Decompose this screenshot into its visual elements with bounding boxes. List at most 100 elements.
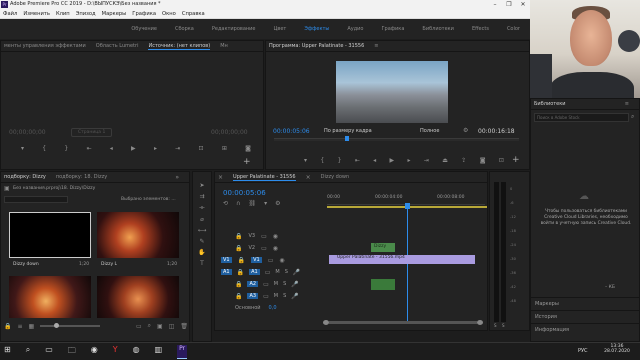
workspace-learning[interactable]: Обучение: [131, 26, 157, 32]
step-back-icon[interactable]: ◂: [373, 157, 376, 164]
start-icon[interactable]: ⊞: [4, 345, 11, 359]
program-menu-icon[interactable]: ≡: [374, 43, 378, 49]
pen-tool-icon[interactable]: ✎: [199, 238, 204, 245]
insert-icon[interactable]: ⊡: [199, 145, 204, 152]
program-scrub-bar[interactable]: [274, 138, 519, 141]
explorer-icon[interactable]: 🗀: [68, 345, 76, 359]
tab-more[interactable]: Мн: [220, 43, 228, 49]
media-icon[interactable]: ▥: [155, 345, 163, 359]
tab-sequence-upper-palatinate[interactable]: Upper Palatinate - 31556: [233, 174, 296, 181]
workspace-audio[interactable]: Аудио: [347, 26, 363, 32]
project-item-thumb-3[interactable]: [9, 276, 91, 318]
search-icon[interactable]: ⌕: [148, 322, 151, 330]
lock-icon[interactable]: 🔒: [237, 269, 244, 276]
hand-tool-icon[interactable]: ✋: [198, 249, 205, 256]
track-label[interactable]: V1: [251, 257, 262, 263]
ripple-edit-tool-icon[interactable]: ⟛: [199, 204, 204, 212]
clip-dizzy[interactable]: Dizzy: [371, 243, 395, 252]
lock-icon[interactable]: 🔒: [4, 323, 11, 330]
mic-icon[interactable]: 🎤: [293, 269, 300, 276]
source-patch-a1[interactable]: A1: [221, 269, 232, 275]
eye-icon[interactable]: ◉: [273, 245, 278, 252]
mute-button[interactable]: M: [275, 269, 279, 275]
nest-icon[interactable]: ⟲: [223, 200, 228, 207]
source-page-dropdown[interactable]: Страница 1: [71, 128, 113, 137]
libraries-menu-icon[interactable]: ≡: [625, 101, 629, 107]
mute-button[interactable]: M: [274, 281, 278, 287]
solo-button[interactable]: S: [285, 269, 288, 275]
mic-icon[interactable]: 🎤: [291, 293, 298, 300]
maximize-button[interactable]: ❐: [502, 0, 516, 9]
close-tab-icon[interactable]: ×: [218, 174, 223, 181]
libraries-title[interactable]: Библиотеки: [534, 101, 566, 107]
chrome-icon[interactable]: ◉: [91, 345, 98, 359]
mute-button[interactable]: M: [274, 293, 278, 299]
in-point-icon[interactable]: {: [42, 145, 46, 152]
new-bin-icon[interactable]: ▭: [136, 323, 142, 330]
program-timecode[interactable]: 00:00:05:06: [273, 128, 310, 135]
menu-edit[interactable]: Изменить: [23, 11, 50, 17]
solo-button[interactable]: S: [283, 293, 286, 299]
new-folder-icon[interactable]: ▣: [157, 323, 163, 330]
tab-bin-18-dizzy[interactable]: подборку: 18. Dizzy: [56, 174, 107, 180]
vr-icon[interactable]: ⊡: [499, 157, 504, 164]
menu-help[interactable]: Справка: [182, 11, 205, 17]
task-view-icon[interactable]: ▭: [45, 345, 53, 359]
clip-upper-palatinate[interactable]: Upper Palatinate - 31556.mp4: [329, 255, 475, 264]
track-select-tool-icon[interactable]: ⇉: [199, 193, 204, 200]
keyboard-language[interactable]: РУС: [578, 348, 588, 354]
tab-effect-controls[interactable]: менты управления эффектами: [4, 43, 86, 49]
sync-icon[interactable]: ▭: [261, 245, 267, 252]
tab-program[interactable]: Программа: Upper Palatinate - 31556: [269, 43, 364, 49]
panel-menu-icon[interactable]: »: [175, 174, 179, 181]
program-playhead[interactable]: [345, 136, 349, 141]
sync-icon[interactable]: ▭: [263, 293, 269, 300]
search-icon[interactable]: ⌕: [26, 345, 30, 359]
workspace-assembly[interactable]: Сборка: [175, 26, 194, 32]
out-point-icon[interactable]: }: [338, 157, 342, 164]
step-forward-icon[interactable]: ▸: [408, 157, 411, 164]
razor-tool-icon[interactable]: ⌀: [200, 216, 204, 223]
camera-icon[interactable]: ◙: [245, 145, 251, 152]
clock[interactable]: 13:36 28.07.2020: [600, 344, 634, 354]
slip-tool-icon[interactable]: ⟷: [198, 227, 207, 234]
master-value[interactable]: 0,0: [269, 305, 277, 311]
project-search-input[interactable]: [4, 196, 68, 203]
lock-icon[interactable]: 🔒: [235, 281, 242, 288]
go-out-icon[interactable]: ⇥: [175, 145, 180, 152]
menu-file[interactable]: Файл: [3, 11, 17, 17]
sync-icon[interactable]: ▭: [261, 233, 267, 240]
workspace-libraries[interactable]: Библиотеки: [422, 26, 454, 32]
list-view-icon[interactable]: ≡: [17, 323, 22, 330]
program-quality-dropdown[interactable]: Полное: [420, 128, 439, 134]
panel-history[interactable]: История: [531, 310, 640, 323]
meter-solo-left[interactable]: S: [494, 323, 497, 328]
in-point-icon[interactable]: {: [320, 157, 324, 164]
marker-icon[interactable]: ▾: [21, 145, 24, 152]
stock-search-input[interactable]: Поиск в Adobe Stock: [534, 113, 629, 122]
close-tab-icon[interactable]: ×: [306, 174, 311, 181]
step-forward-icon[interactable]: ▸: [154, 145, 157, 152]
lock-icon[interactable]: 🔒: [238, 257, 245, 264]
menu-sequence[interactable]: Эпизод: [76, 11, 96, 17]
panel-info[interactable]: Информация: [531, 323, 640, 336]
type-tool-icon[interactable]: T: [200, 260, 204, 267]
lock-icon[interactable]: 🔒: [235, 245, 242, 252]
close-button[interactable]: ✕: [516, 0, 530, 9]
mic-icon[interactable]: 🎤: [291, 281, 298, 288]
panel-markers[interactable]: Маркеры: [531, 297, 640, 310]
snap-icon[interactable]: ∩: [236, 200, 240, 207]
step-back-icon[interactable]: ◂: [110, 145, 113, 152]
play-icon[interactable]: ▶: [131, 145, 136, 152]
lock-icon[interactable]: 🔒: [235, 293, 242, 300]
timeline-zoom-scrollbar[interactable]: [323, 320, 483, 325]
menu-markers[interactable]: Маркеры: [102, 11, 127, 17]
camera-icon[interactable]: ◙: [480, 157, 486, 164]
marker-icon[interactable]: ▾: [304, 157, 307, 164]
play-icon[interactable]: ▶: [390, 157, 395, 164]
sync-icon[interactable]: ▭: [265, 269, 271, 276]
program-add-button-icon[interactable]: +: [512, 155, 520, 165]
sync-icon[interactable]: ▭: [268, 257, 274, 264]
menu-window[interactable]: Окно: [162, 11, 176, 17]
workspace-color-ru[interactable]: Цвет: [274, 26, 287, 32]
